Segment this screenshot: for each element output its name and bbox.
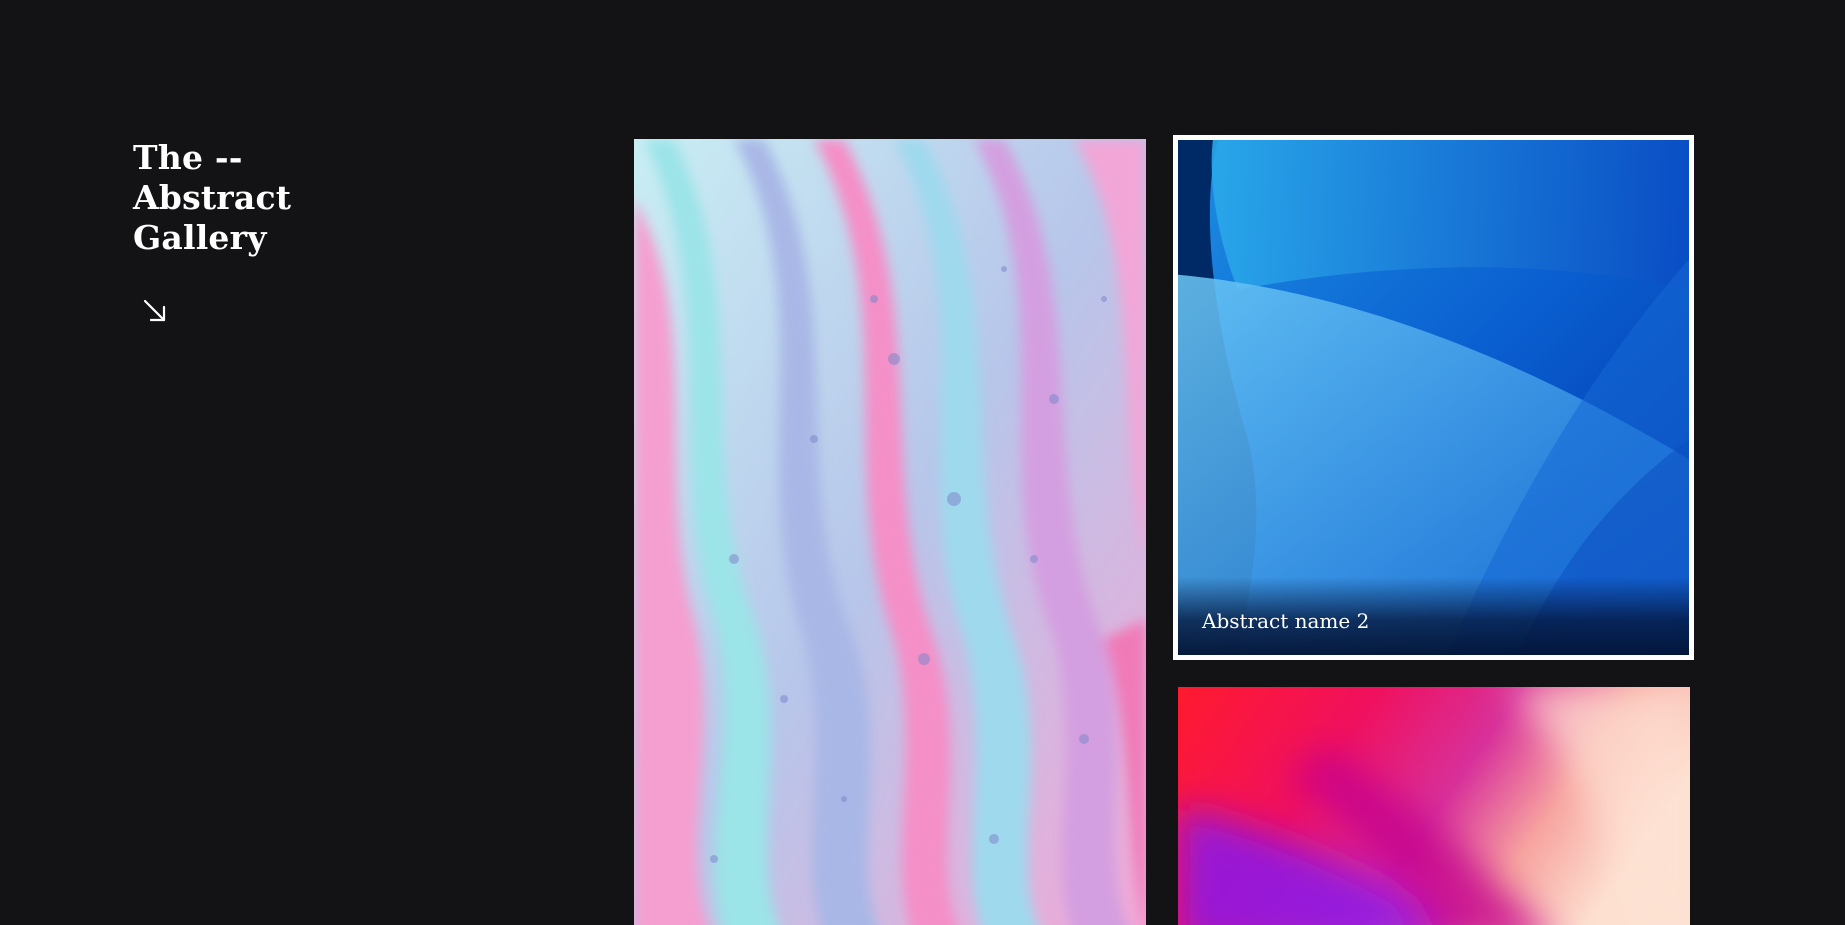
gallery-item-caption: Abstract name 2 [1202,609,1370,633]
site-title: The -- Abstract Gallery [133,138,291,258]
site-title-line: The -- [133,138,243,177]
gallery-item-3[interactable] [1178,687,1690,925]
arrow-down-right-icon[interactable] [140,296,170,326]
gallery-item-1[interactable] [634,139,1146,925]
page: The -- Abstract Gallery Abstract name 2 [0,0,1845,925]
site-title-line: Abstract [133,178,292,217]
site-title-line: Gallery [133,218,267,257]
abstract-artwork-gradient [1178,687,1690,925]
gallery-item-2[interactable]: Abstract name 2 [1173,135,1694,660]
abstract-artwork-fluid [634,139,1146,925]
